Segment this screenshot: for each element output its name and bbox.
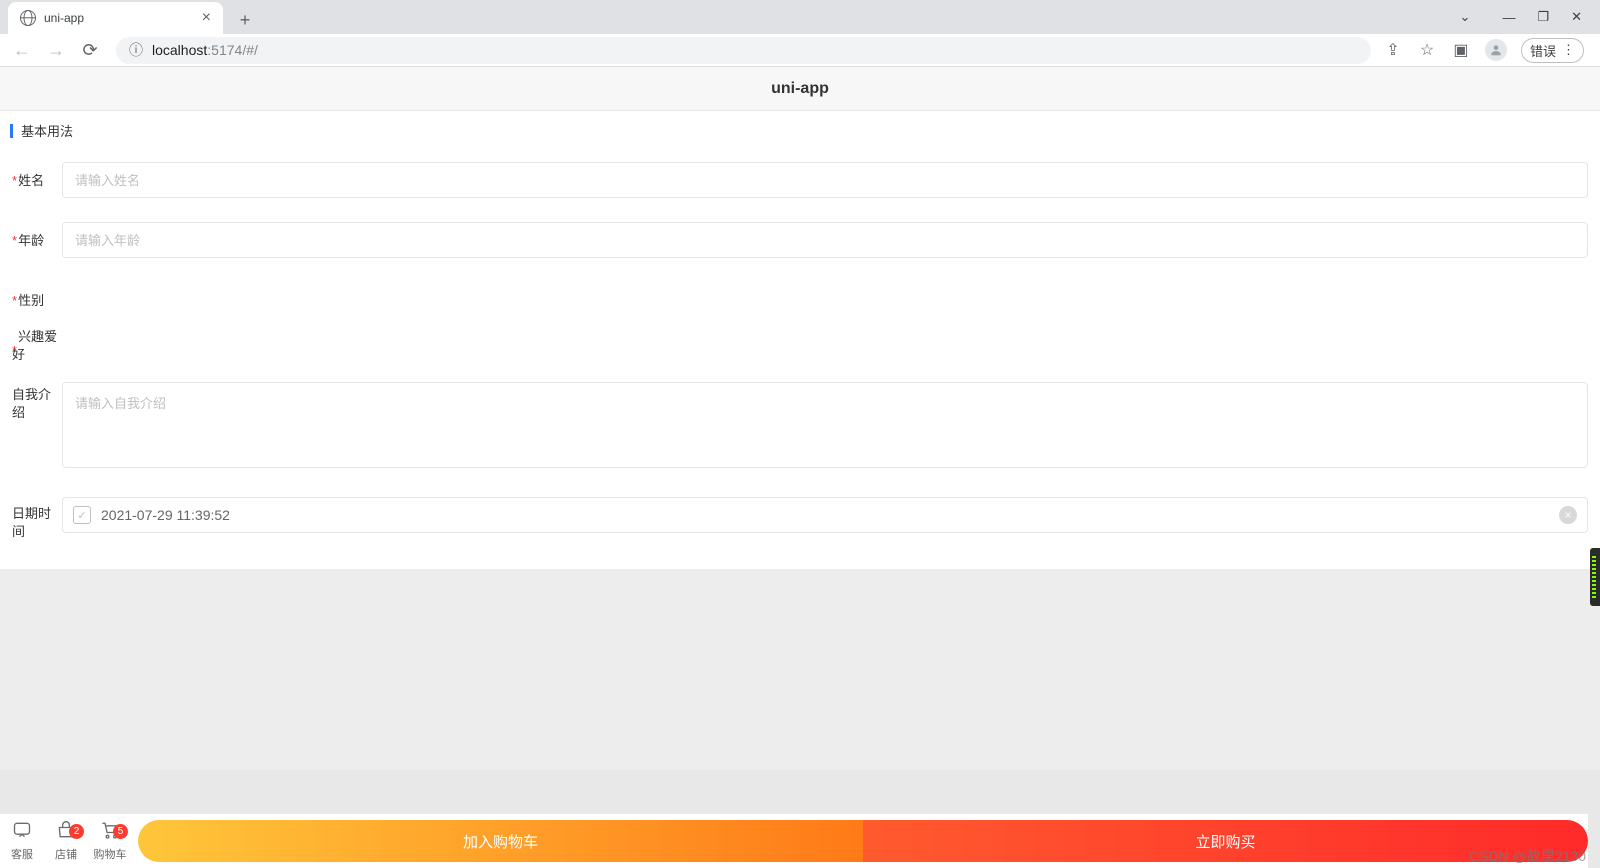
form-row-datetime: 日期时间 2021-07-29 11:39:52 × <box>12 485 1588 553</box>
section-title-text: 基本用法 <box>21 121 73 140</box>
browser-tab[interactable]: uni-app × <box>8 2 223 34</box>
browser-chrome: uni-app × + ⌄ — ❐ ✕ ← → ⟳ ⓘ localhost:51… <box>0 0 1600 67</box>
cart-label: 购物车 <box>94 846 127 862</box>
age-input[interactable] <box>62 222 1588 258</box>
tab-bar: uni-app × + ⌄ — ❐ ✕ <box>0 0 1600 34</box>
form: *姓名 *年龄 *性别 *兴趣爱好 自我介绍 日期时间 <box>0 150 1600 569</box>
bookmark-icon[interactable]: ☆ <box>1417 40 1437 60</box>
tab-search-icon[interactable]: ⌄ <box>1460 9 1471 25</box>
close-tab-icon[interactable]: × <box>202 10 211 26</box>
form-row-name: *姓名 <box>12 150 1588 210</box>
window-controls: ⌄ — ❐ ✕ <box>1442 0 1600 34</box>
datetime-picker[interactable]: 2021-07-29 11:39:52 × <box>62 497 1588 533</box>
label-age: *年龄 <box>12 222 62 250</box>
app-title: uni-app <box>771 80 829 98</box>
action-buttons: 加入购物车 立即购买 <box>138 820 1588 862</box>
reader-icon[interactable]: ▣ <box>1451 40 1471 60</box>
minimize-icon[interactable]: — <box>1502 10 1515 25</box>
forward-button[interactable]: → <box>42 36 70 64</box>
cart-icon-button[interactable]: 5 购物车 <box>88 820 132 862</box>
app-header: uni-app <box>0 67 1600 111</box>
clear-icon[interactable]: × <box>1559 506 1577 524</box>
datetime-value: 2021-07-29 11:39:52 <box>101 507 230 523</box>
globe-icon <box>20 10 36 26</box>
maximize-icon[interactable]: ❐ <box>1537 9 1549 25</box>
app-body: 基本用法 *姓名 *年龄 *性别 *兴趣爱好 自我介绍 <box>0 111 1600 569</box>
section-header: 基本用法 <box>0 111 1600 150</box>
site-info-icon[interactable]: ⓘ <box>128 42 144 58</box>
shop-label: 店铺 <box>55 846 77 862</box>
back-button[interactable]: ← <box>8 36 36 64</box>
scroll-indicator[interactable] <box>1590 548 1600 606</box>
intro-textarea[interactable] <box>62 382 1588 468</box>
action-icons: 客服 2 店铺 5 购物车 <box>0 814 132 868</box>
shop-badge: 2 <box>69 824 84 839</box>
watermark: CSDN @故里2130 <box>1469 846 1586 866</box>
close-window-icon[interactable]: ✕ <box>1571 9 1582 25</box>
cart-badge: 5 <box>113 824 128 839</box>
calendar-icon <box>73 506 91 524</box>
toolbar-right: ⇪ ☆ ▣ 错误 ⋮ <box>1383 38 1592 63</box>
url-input[interactable]: ⓘ localhost:5174/#/ <box>116 37 1371 64</box>
url-path: /#/ <box>242 42 258 58</box>
label-intro: 自我介绍 <box>12 382 62 422</box>
label-name: *姓名 <box>12 162 62 190</box>
profile-avatar-icon[interactable] <box>1485 39 1507 61</box>
url-host: localhost <box>152 42 207 58</box>
goods-action-bar: 客服 2 店铺 5 购物车 加入购物车 立即购买 <box>0 814 1588 868</box>
empty-region <box>0 569 1600 770</box>
reload-button[interactable]: ⟳ <box>76 36 104 64</box>
add-to-cart-button[interactable]: 加入购物车 <box>138 820 863 862</box>
tab-title: uni-app <box>44 11 194 25</box>
share-icon[interactable]: ⇪ <box>1383 40 1403 60</box>
error-pill-label: 错误 <box>1530 41 1556 60</box>
name-input[interactable] <box>62 162 1588 198</box>
extension-error-pill[interactable]: 错误 ⋮ <box>1521 38 1584 63</box>
form-row-intro: 自我介绍 <box>12 370 1588 485</box>
label-gender: *性别 <box>12 282 62 310</box>
service-label: 客服 <box>11 846 33 862</box>
url-port: :5174 <box>207 42 242 58</box>
shop-button[interactable]: 2 店铺 <box>44 820 88 862</box>
service-button[interactable]: 客服 <box>0 820 44 862</box>
new-tab-button[interactable]: + <box>231 6 259 34</box>
section-accent-bar <box>10 124 13 138</box>
form-row-hobby: *兴趣爱好 <box>12 322 1588 370</box>
kebab-icon: ⋮ <box>1562 42 1575 58</box>
form-row-gender: *性别 <box>12 270 1588 322</box>
chat-icon <box>12 820 32 844</box>
form-row-age: *年龄 <box>12 210 1588 270</box>
address-bar: ← → ⟳ ⓘ localhost:5174/#/ ⇪ ☆ ▣ 错误 ⋮ <box>0 34 1600 67</box>
label-hobby: *兴趣爱好 <box>12 328 62 364</box>
label-datetime: 日期时间 <box>12 497 62 541</box>
